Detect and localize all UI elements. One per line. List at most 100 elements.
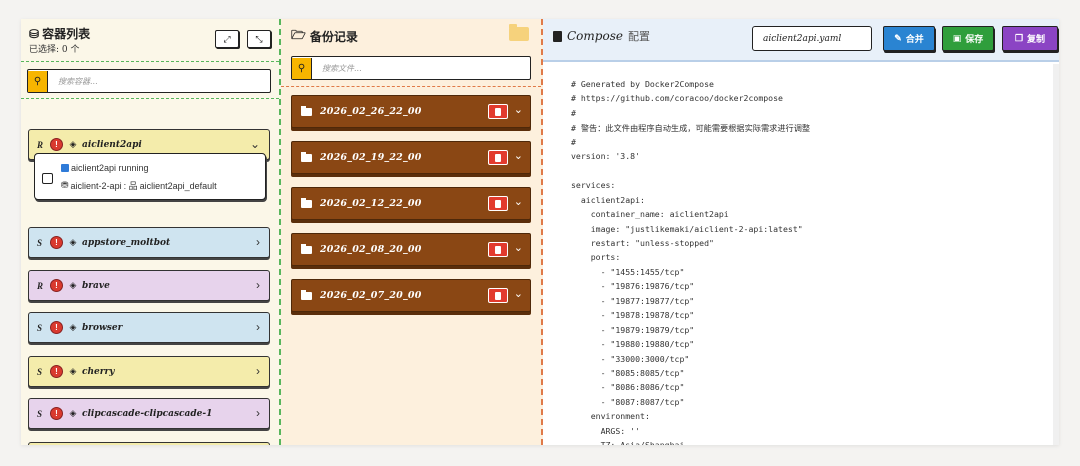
compose-title-text: Compose [567, 29, 623, 43]
save-button[interactable]: ▣ 保存 [942, 26, 994, 51]
folder-icon [301, 151, 312, 162]
backup-date: 2026_02_08_20_00 [320, 244, 422, 255]
chevron-right-icon[interactable]: › [256, 278, 260, 292]
container-item[interactable]: R2⛁compose_clash-group› [28, 442, 270, 445]
compose-title-suffix: 配置 [627, 30, 650, 43]
merge-button-label: 合并 [905, 35, 924, 45]
expand-all-button[interactable]: ⤢ [215, 30, 239, 48]
delete-backup-button[interactable] [488, 150, 508, 165]
container-alert-badge: ! [50, 365, 63, 378]
delete-backup-button[interactable] [488, 104, 508, 119]
file-search-bar: ⚲ 搜索文件... [281, 49, 541, 87]
cube-icon: ◈ [69, 139, 77, 149]
folder-icon [301, 243, 312, 254]
container-search-placeholder: 搜索容器... [58, 76, 98, 86]
backup-item[interactable]: 2026_02_08_20_00 ⌄ [291, 233, 531, 266]
compress-icon: ⤡ [255, 33, 263, 44]
container-detail-card: aiclient2api running ⛃ aiclient-2-api : … [34, 153, 266, 200]
expand-icon: ⤢ [223, 33, 231, 44]
compose-editor-title: Compose 配置 [553, 28, 650, 44]
container-state: R [37, 139, 44, 150]
file-search-input[interactable]: ⚲ 搜索文件... [291, 56, 531, 80]
pencil-icon: ✎ [894, 33, 902, 44]
merge-button[interactable]: ✎ 合并 [883, 26, 935, 51]
container-select-checkbox[interactable] [42, 173, 53, 184]
chevron-down-icon[interactable]: ⌄ [514, 195, 523, 208]
code-line: - "33000:3000/tcp" [571, 353, 690, 364]
container-item[interactable]: S! ◈ appstore_moltbot › [28, 227, 270, 258]
editor-scrollbar[interactable] [1053, 64, 1059, 445]
filename-input[interactable]: aiclient2api.yaml [752, 26, 872, 51]
compose-code-editor[interactable]: # Generated by Docker2Compose # https://g… [543, 66, 1059, 445]
chevron-down-icon[interactable]: ⌄ [514, 287, 523, 300]
code-line: container_name: aiclient2api [571, 209, 729, 220]
backup-item[interactable]: 2026_02_19_22_00 ⌄ [291, 141, 531, 174]
code-line: ARGS: '' [571, 425, 641, 436]
container-item[interactable]: S! ◈ browser › [28, 312, 270, 343]
container-name: clipcascade-clipcascade-1 [82, 408, 213, 419]
container-alert-badge: ! [50, 279, 63, 292]
trash-icon [495, 199, 501, 208]
backup-date: 2026_02_07_20_00 [320, 290, 422, 301]
collapse-all-button[interactable]: ⤡ [247, 30, 271, 48]
container-alert-badge: ! [50, 138, 63, 151]
backup-date: 2026_02_12_22_00 [320, 198, 422, 209]
chevron-down-icon[interactable]: ⌄ [514, 149, 523, 162]
copy-button-label: 复制 [1027, 35, 1046, 45]
code-line: - "19877:19877/tcp" [571, 295, 695, 306]
copy-button[interactable]: ❐ 复制 [1002, 26, 1058, 51]
container-name: brave [82, 280, 110, 291]
cube-icon: ◈ [69, 280, 77, 290]
trash-icon [495, 245, 501, 254]
container-network-text: aiclient2api_default [139, 180, 217, 191]
container-item[interactable]: R! ◈ brave › [28, 270, 270, 301]
chevron-down-icon[interactable]: ⌄ [514, 241, 523, 254]
folder-icon [509, 24, 529, 41]
code-line: - "8085:8085/tcp" [571, 368, 685, 378]
delete-backup-button[interactable] [488, 288, 508, 303]
folder-icon [301, 105, 312, 116]
cube-icon: ◈ [69, 322, 77, 332]
folder-open-icon: 🗁 [291, 28, 306, 42]
code-line: ports: [571, 252, 621, 263]
container-alert-badge: ! [50, 407, 63, 420]
code-line: restart: "unless-stopped" [571, 237, 714, 248]
container-name: aiclient2api [82, 139, 142, 150]
cubes-icon: ⛁ [29, 26, 40, 41]
folder-icon [301, 197, 312, 208]
backup-item[interactable]: 2026_02_26_22_00 ⌄ [291, 95, 531, 128]
code-line: # [571, 136, 576, 147]
container-state: S [37, 366, 43, 377]
compose-editor-panel: Compose 配置 aiclient2api.yaml ✎ 合并 ▣ 保存 ❐… [543, 19, 1059, 445]
container-name: cherry [82, 366, 115, 377]
layers-icon: ⛃ [61, 180, 69, 190]
cube-icon: ◈ [69, 408, 77, 418]
container-list-panel: ⛁ 容器列表 已选择: 0 个 ⤢ ⤡ ⚲ 搜索容器... R! ◈ aiclien… [21, 19, 281, 445]
search-icon: ⚲ [28, 70, 48, 92]
container-item[interactable]: S! ◈ clipcascade-clipcascade-1 › [28, 398, 270, 429]
chevron-right-icon[interactable]: › [256, 364, 260, 378]
container-alert-badge: ! [50, 321, 63, 334]
search-icon: ⚲ [292, 57, 312, 79]
trash-icon [495, 153, 501, 162]
container-state: S [37, 322, 43, 333]
chevron-right-icon[interactable]: › [256, 320, 260, 334]
container-search-input[interactable]: ⚲ 搜索容器... [27, 69, 271, 93]
chevron-right-icon[interactable]: › [256, 235, 260, 249]
chevron-down-icon[interactable]: ⌄ [250, 137, 260, 151]
backup-item[interactable]: 2026_02_07_20_00 ⌄ [291, 279, 531, 312]
file-search-placeholder: 搜索文件... [322, 63, 362, 73]
container-image-text: aiclient-2-api [70, 180, 122, 191]
code-line: version: '3.8' [571, 151, 641, 162]
backup-records-panel: 🗁 备份记录 ⚲ 搜索文件... 2026_02_26_22_00 ⌄ 2026_0… [281, 19, 543, 445]
code-line: # Generated by Docker2Compose [571, 79, 714, 89]
container-search-bar: ⚲ 搜索容器... [21, 62, 279, 99]
delete-backup-button[interactable] [488, 242, 508, 257]
container-item[interactable]: S! ◈ cherry › [28, 356, 270, 387]
chevron-down-icon[interactable]: ⌄ [514, 103, 523, 116]
backup-item[interactable]: 2026_02_12_22_00 ⌄ [291, 187, 531, 220]
chevron-right-icon[interactable]: › [256, 406, 260, 420]
folder-icon [301, 289, 312, 300]
delete-backup-button[interactable] [488, 196, 508, 211]
container-alert-badge: ! [50, 236, 63, 249]
